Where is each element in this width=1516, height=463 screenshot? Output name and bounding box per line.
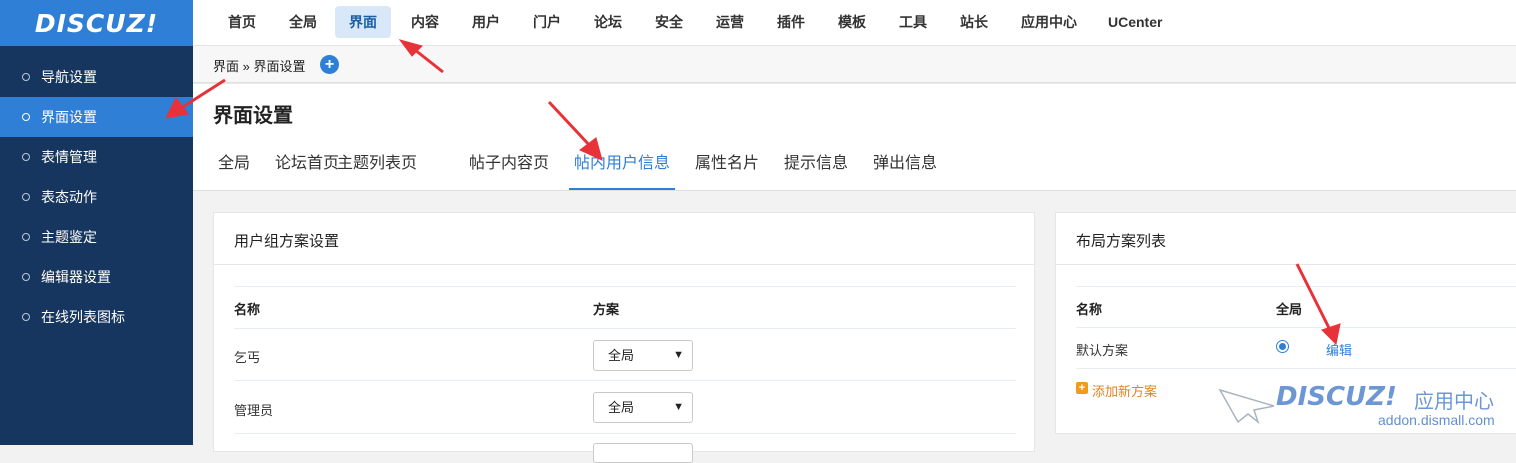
edit-link[interactable]: 编辑 — [1326, 340, 1352, 359]
column-header-name: 名称 — [234, 302, 261, 317]
divider — [1076, 368, 1516, 369]
sidebar-item[interactable]: 编辑器设置 — [0, 257, 193, 297]
watermark-logo: DISCUZ! — [1276, 382, 1397, 412]
sidebar-item[interactable]: 在线列表图标 — [0, 297, 193, 337]
top-nav-item[interactable]: 站长 — [946, 6, 1002, 38]
tab-item[interactable]: 属性名片 — [690, 142, 764, 190]
cursor-arrow-icon — [1218, 388, 1275, 424]
bullet-circle-icon — [22, 193, 30, 201]
top-nav-item[interactable]: 首页 — [214, 6, 270, 38]
divider — [1076, 286, 1516, 287]
top-nav-item[interactable]: 门户 — [519, 6, 575, 38]
top-nav-item[interactable]: UCenter — [1094, 6, 1176, 38]
column-header-scheme: 方案 — [593, 302, 620, 317]
top-nav-item[interactable]: 论坛 — [580, 6, 636, 38]
scheme-name: 默认方案 — [1076, 343, 1129, 358]
top-nav-item[interactable]: 内容 — [397, 6, 453, 38]
add-scheme-link[interactable]: 添加新方案 — [1092, 381, 1157, 400]
sidebar-item[interactable]: 表情管理 — [0, 137, 193, 177]
plus-circle-icon[interactable]: + — [320, 55, 339, 74]
tab-item[interactable]: 主题列表页 — [332, 142, 422, 190]
top-nav-item[interactable]: 运营 — [702, 6, 758, 38]
top-nav-item[interactable]: 工具 — [885, 6, 941, 38]
group-name: 乞丐 — [234, 350, 261, 365]
divider — [234, 433, 1016, 434]
tab-item[interactable]: 帖子内容页 — [464, 142, 554, 190]
logo[interactable]: DISCUZ! — [0, 0, 193, 46]
scheme-select[interactable]: 全局 ▼ — [593, 340, 693, 371]
divider — [234, 380, 1016, 381]
sidebar-item-label: 导航设置 — [41, 69, 97, 85]
scheme-select-partial[interactable] — [593, 443, 693, 463]
divider — [234, 328, 1016, 329]
top-nav-item[interactable]: 模板 — [824, 6, 880, 38]
sidebar-item[interactable]: 界面设置 — [0, 97, 193, 137]
column-header-global: 全局 — [1276, 302, 1303, 317]
bullet-circle-icon — [22, 313, 30, 321]
group-name: 管理员 — [234, 403, 274, 418]
bullet-circle-icon — [22, 273, 30, 281]
chevron-down-icon: ▼ — [673, 349, 684, 361]
add-icon[interactable]: + — [1076, 382, 1088, 394]
page-title: 界面设置 — [213, 105, 293, 127]
bullet-circle-icon — [22, 153, 30, 161]
scheme-select[interactable]: 全局 ▼ — [593, 392, 693, 423]
sidebar-item-label: 在线列表图标 — [41, 309, 125, 325]
breadcrumb: 界面 » 界面设置 — [213, 59, 306, 74]
column-header-name: 名称 — [1076, 302, 1103, 317]
usergroup-scheme-panel: 用户组方案设置 名称 方案 乞丐 全局 ▼ 管理员 全局 ▼ — [213, 212, 1035, 463]
panel-header: 布局方案列表 — [1056, 213, 1516, 265]
chevron-down-icon: ▼ — [673, 401, 684, 413]
page-header: 界面设置 全局 论坛首页 主题列表页 帖子内容页 帖内用户信息 属性名片 提示信息 弹出信息 — [193, 84, 1516, 191]
top-navbar: DISCUZ! 首页 全局 界面 内容 用户 门户 论坛 安全 运营 插件 模板 工具 站长 应用中心 UC… — [0, 0, 1516, 46]
panel-title: 用户组方案设置 — [234, 233, 340, 250]
top-nav-item[interactable]: 应用中心 — [1007, 6, 1091, 38]
sidebar-item[interactable]: 主题鉴定 — [0, 217, 193, 257]
panel-header: 用户组方案设置 — [214, 213, 1034, 265]
watermark-text: 应用中心 — [1414, 391, 1494, 413]
sidebar-item[interactable]: 导航设置 — [0, 57, 193, 97]
watermark: DISCUZ! 应用中心 addon.dismall.com — [1218, 380, 1516, 445]
breadcrumb-bar: 界面 » 界面设置 + — [193, 46, 1516, 83]
panel-title: 布局方案列表 — [1076, 233, 1167, 250]
sidebar-item-label: 表态动作 — [41, 189, 97, 205]
top-nav-item[interactable]: 用户 — [458, 6, 514, 38]
select-value: 全局 — [608, 348, 635, 363]
top-nav-item[interactable]: 插件 — [763, 6, 819, 38]
top-nav-item[interactable]: 安全 — [641, 6, 697, 38]
bullet-circle-icon — [22, 113, 30, 121]
sidebar-item-label: 界面设置 — [41, 109, 97, 125]
logo-text: DISCUZ! — [34, 8, 159, 38]
tab-item[interactable]: 全局 — [213, 142, 255, 190]
divider — [234, 286, 1016, 287]
top-nav-item[interactable]: 界面 — [335, 6, 391, 38]
select-value: 全局 — [608, 400, 635, 415]
divider — [1076, 327, 1516, 328]
bullet-circle-icon — [22, 73, 30, 81]
tab-item[interactable]: 弹出信息 — [868, 142, 942, 190]
global-radio[interactable] — [1276, 340, 1289, 353]
sidebar-item-label: 编辑器设置 — [41, 269, 111, 285]
tab-item[interactable]: 帖内用户信息 — [569, 142, 676, 190]
sidebar-item-label: 表情管理 — [41, 149, 97, 165]
tab-item[interactable]: 提示信息 — [779, 142, 853, 190]
sidebar-item[interactable]: 表态动作 — [0, 177, 193, 217]
bullet-circle-icon — [22, 233, 30, 241]
sidebar: 导航设置界面设置表情管理表态动作主题鉴定编辑器设置在线列表图标 — [0, 46, 193, 445]
sidebar-item-label: 主题鉴定 — [41, 229, 97, 245]
watermark-url: addon.dismall.com — [1378, 412, 1495, 428]
top-nav-item[interactable]: 全局 — [275, 6, 331, 38]
